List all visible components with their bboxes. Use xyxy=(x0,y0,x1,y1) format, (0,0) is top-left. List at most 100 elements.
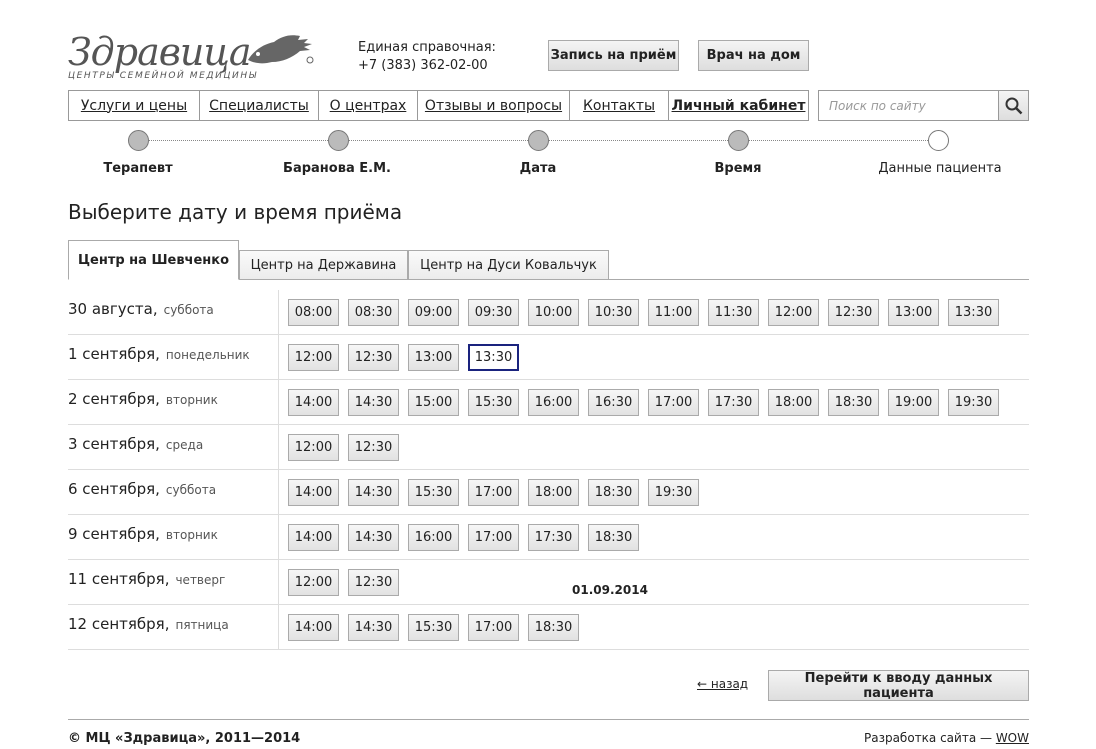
schedule-date-text: 3 сентября, xyxy=(68,435,160,453)
back-link[interactable]: ← назад xyxy=(697,677,748,691)
time-slot-button[interactable]: 08:30 xyxy=(348,299,399,326)
time-slot-button[interactable]: 13:30 xyxy=(468,344,519,371)
time-slot-button[interactable]: 18:30 xyxy=(588,524,639,551)
schedule-weekday: понедельник xyxy=(165,348,250,362)
time-slot-button[interactable]: 12:00 xyxy=(768,299,819,326)
time-slots: 14:00 14:30 16:00 17:00 17:30 18:30 xyxy=(288,524,648,551)
time-slot-button[interactable]: 16:30 xyxy=(588,389,639,416)
search-input[interactable] xyxy=(819,91,998,120)
time-slot-button[interactable]: 12:00 xyxy=(288,344,339,371)
nav-item-contacts[interactable]: Контакты xyxy=(570,91,669,120)
time-slot-button[interactable]: 13:30 xyxy=(948,299,999,326)
time-slot-button[interactable]: 14:00 xyxy=(288,389,339,416)
schedule-row: 12 сентября, пятница 14:00 14:30 15:30 17:00 1… xyxy=(68,605,1029,650)
time-slot-button[interactable]: 10:30 xyxy=(588,299,639,326)
time-slot-button[interactable]: 15:30 xyxy=(408,479,459,506)
time-slot-button[interactable]: 17:00 xyxy=(468,524,519,551)
nav-item-services[interactable]: Услуги и цены xyxy=(69,91,200,120)
time-slot-button[interactable]: 18:30 xyxy=(588,479,639,506)
tab-derzhavina[interactable]: Центр на Державина xyxy=(239,250,408,280)
time-slot-button[interactable]: 10:00 xyxy=(528,299,579,326)
time-slot-button[interactable]: 13:00 xyxy=(888,299,939,326)
time-slot-button[interactable]: 11:30 xyxy=(708,299,759,326)
step-label-doctor[interactable]: Баранова Е.М. xyxy=(283,161,391,176)
schedule-row: 6 сентября, суббота 14:00 14:30 15:30 17:00 18… xyxy=(68,470,1029,515)
page-title: Выберите дату и время приёма xyxy=(68,200,403,224)
search-button[interactable] xyxy=(998,91,1028,120)
step-dot-patient-data xyxy=(928,130,949,151)
schedule-row: 3 сентября, среда 12:00 12:30 xyxy=(68,425,1029,470)
time-slot-button[interactable]: 17:30 xyxy=(528,524,579,551)
time-slot-button[interactable]: 16:00 xyxy=(408,524,459,551)
time-slot-button[interactable]: 12:00 xyxy=(288,569,339,596)
time-slot-button[interactable]: 17:00 xyxy=(468,479,519,506)
tab-kovalchuk[interactable]: Центр на Дуси Ковальчук xyxy=(408,250,609,280)
appointment-button[interactable]: Запись на приём xyxy=(548,40,679,71)
step-dot-date xyxy=(528,130,549,151)
nav-item-centers[interactable]: О центрах xyxy=(319,91,418,120)
time-slot-button[interactable]: 15:30 xyxy=(468,389,519,416)
time-slots: 08:00 08:30 09:00 09:30 10:00 10:30 11:00 11:30… xyxy=(288,299,1008,326)
time-slot-button[interactable]: 14:00 xyxy=(288,479,339,506)
time-slot-button[interactable]: 19:30 xyxy=(948,389,999,416)
nav-item-specialists[interactable]: Специалисты xyxy=(200,91,319,120)
developer-link[interactable]: WOW xyxy=(996,731,1029,745)
next-step-button[interactable]: Перейти к вводу данных пациента xyxy=(768,670,1029,701)
schedule-date: 6 сентября, суббота xyxy=(68,480,216,498)
time-slot-button[interactable]: 15:30 xyxy=(408,614,459,641)
schedule-date-text: 12 сентября, xyxy=(68,615,170,633)
time-slot-button[interactable]: 17:00 xyxy=(468,614,519,641)
time-slot-button[interactable]: 09:30 xyxy=(468,299,519,326)
time-slot-button[interactable]: 14:30 xyxy=(348,479,399,506)
time-slot-button[interactable]: 14:30 xyxy=(348,389,399,416)
hand-bird-logo-icon xyxy=(248,35,314,64)
time-slot-button[interactable]: 13:00 xyxy=(408,344,459,371)
step-label-therapist[interactable]: Терапевт xyxy=(103,161,172,176)
nav-item-reviews[interactable]: Отзывы и вопросы xyxy=(418,91,570,120)
step-label-time[interactable]: Время xyxy=(714,161,761,176)
time-slot-button[interactable]: 17:00 xyxy=(648,389,699,416)
schedule-date: 12 сентября, пятница xyxy=(68,615,229,633)
contact-block: Единая справочная: +7 (383) 362-02-00 xyxy=(358,39,496,75)
time-slot-button[interactable]: 14:30 xyxy=(348,614,399,641)
time-slot-button[interactable]: 12:30 xyxy=(348,344,399,371)
time-slots: 14:00 14:30 15:30 17:00 18:30 xyxy=(288,614,588,641)
schedule-date: 9 сентября, вторник xyxy=(68,525,218,543)
schedule-row: 30 августа, суббота 08:00 08:30 09:00 09:30 10… xyxy=(68,290,1029,335)
tab-shevchenko[interactable]: Центр на Шевченко xyxy=(68,240,239,280)
time-slot-button[interactable]: 15:00 xyxy=(408,389,459,416)
copyright: © МЦ «Здравица», 2011—2014 xyxy=(68,731,301,746)
step-label-date[interactable]: Дата xyxy=(520,161,557,176)
schedule-weekday: среда xyxy=(165,438,204,452)
schedule-date: 30 августа, суббота xyxy=(68,300,214,318)
nav-item-account[interactable]: Личный кабинет xyxy=(669,91,808,120)
time-slot-button[interactable]: 14:30 xyxy=(348,524,399,551)
schedule-date-text: 6 сентября, xyxy=(68,480,160,498)
schedule-date: 3 сентября, среда xyxy=(68,435,203,453)
time-slot-button[interactable]: 18:30 xyxy=(528,614,579,641)
logo-wordmark: Здравица xyxy=(68,30,252,74)
time-slot-button[interactable]: 16:00 xyxy=(528,389,579,416)
time-slot-button[interactable]: 12:30 xyxy=(348,569,399,596)
time-slot-button[interactable]: 11:00 xyxy=(648,299,699,326)
time-slot-button[interactable]: 12:30 xyxy=(348,434,399,461)
time-slot-button[interactable]: 18:30 xyxy=(828,389,879,416)
time-slots: 14:00 14:30 15:30 17:00 18:00 18:30 19:30 xyxy=(288,479,708,506)
home-visit-button[interactable]: Врач на дом xyxy=(698,40,809,71)
time-slots: 12:00 12:30 xyxy=(288,569,408,596)
time-slot-button[interactable]: 12:30 xyxy=(828,299,879,326)
time-slot-button[interactable]: 12:00 xyxy=(288,434,339,461)
time-slot-button[interactable]: 19:30 xyxy=(648,479,699,506)
time-slots: 12:00 12:30 xyxy=(288,434,408,461)
time-slot-button[interactable]: 18:00 xyxy=(528,479,579,506)
time-slot-button[interactable]: 08:00 xyxy=(288,299,339,326)
site-logo[interactable]: Здравица центры семейной медицины xyxy=(68,30,328,84)
time-slot-button[interactable]: 14:00 xyxy=(288,524,339,551)
schedule-weekday: суббота xyxy=(165,483,217,497)
time-slot-button[interactable]: 18:00 xyxy=(768,389,819,416)
time-slot-button[interactable]: 17:30 xyxy=(708,389,759,416)
schedule-column-divider xyxy=(278,290,279,650)
time-slot-button[interactable]: 09:00 xyxy=(408,299,459,326)
time-slot-button[interactable]: 14:00 xyxy=(288,614,339,641)
time-slot-button[interactable]: 19:00 xyxy=(888,389,939,416)
